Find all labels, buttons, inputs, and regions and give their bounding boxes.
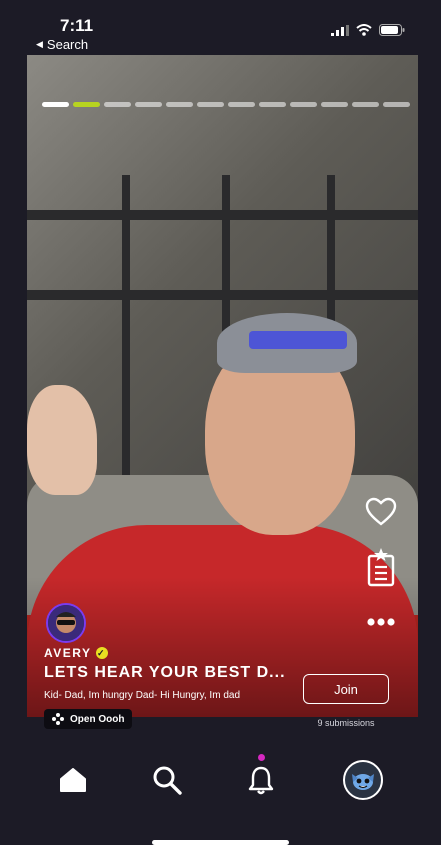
creator-name: AVERY [44,646,92,660]
join-button[interactable]: Join [303,674,389,704]
progress-segment [228,102,255,107]
wifi-icon [356,24,372,36]
submissions-count: 9 submissions [317,718,375,728]
profile-avatar [343,760,383,800]
back-arrow-icon: ◀ [36,39,43,49]
progress-segment [135,102,162,107]
progress-segment [166,102,193,107]
battery-icon [379,24,405,36]
progress-segment [352,102,379,107]
like-button[interactable] [361,497,401,527]
home-icon [60,768,86,792]
signal-icon [331,24,349,36]
progress-segment [104,102,131,107]
creator-avatar[interactable] [46,603,86,643]
bell-icon [248,766,274,795]
search-icon [153,766,182,795]
open-oooh-label: Open Oooh [70,713,125,725]
tab-notifications[interactable] [241,760,281,800]
progress-segment [197,102,224,107]
video-player[interactable] [27,55,418,717]
back-label: Search [46,37,89,52]
heart-icon [365,497,397,526]
avatar-image [48,605,84,641]
notification-dot [258,754,265,761]
verified-badge-icon: ✓ [95,647,108,659]
profile-character-icon [352,774,374,790]
oooh-logo-icon [52,713,64,725]
progress-segment [259,102,286,107]
submissions-button[interactable] [361,547,401,587]
cap-band [249,331,347,349]
prompt-title[interactable]: LETS HEAR YOUR BEST D... [44,664,286,682]
home-indicator [152,840,289,845]
open-oooh-button[interactable]: Open Oooh [44,709,133,729]
back-to-search-link[interactable]: ◀ Search [36,37,88,52]
tab-profile[interactable] [343,760,383,800]
story-progress [42,102,410,107]
prompt-body: Kid- Dad, Im hungry Dad- Hi Hungry, Im d… [44,690,241,701]
progress-segment [42,102,69,107]
status-bar: 7:11 ◀ Search [0,0,441,55]
progress-segment [290,102,317,107]
progress-segment [73,102,100,107]
more-icon [367,618,395,626]
status-time: 7:11 [60,16,94,35]
system-icons [331,24,405,36]
clipboard-star-icon [367,548,395,587]
shelf [122,175,130,475]
creator-name-row[interactable]: AVERY ✓ [44,646,108,660]
tab-home[interactable] [53,760,93,800]
bottom-tab-bar [0,744,441,814]
progress-segment [321,102,348,107]
progress-segment [383,102,410,107]
person-hand [27,385,97,495]
more-options-button[interactable] [361,617,401,627]
tab-search[interactable] [147,760,187,800]
